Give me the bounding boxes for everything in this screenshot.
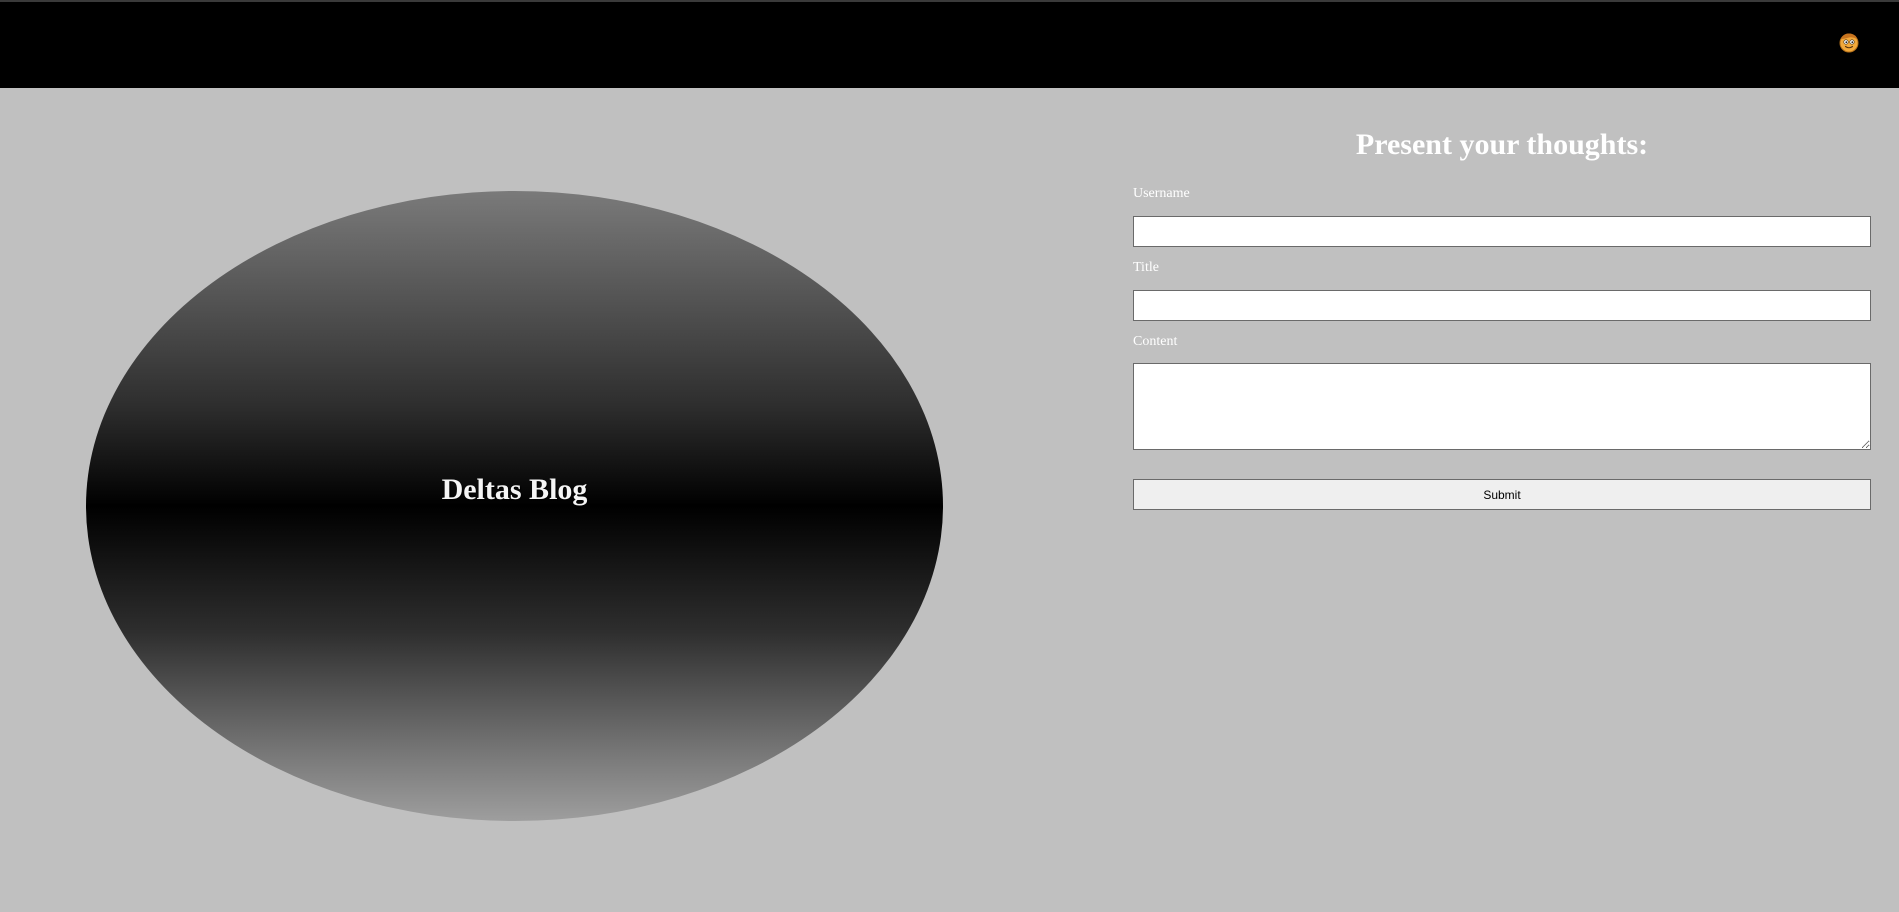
smiley-face-avatar-icon[interactable] xyxy=(1838,31,1860,53)
blog-hero-ellipse: Deltas Blog xyxy=(86,191,943,821)
content-textarea[interactable] xyxy=(1133,363,1871,450)
title-input[interactable] xyxy=(1133,290,1871,321)
blog-title: Deltas Blog xyxy=(441,473,588,506)
form-heading: Present your thoughts: xyxy=(1355,128,1649,161)
username-input[interactable] xyxy=(1133,216,1871,247)
title-label: Title xyxy=(1133,260,1159,275)
content-label: Content xyxy=(1133,334,1178,349)
submit-button[interactable]: Submit xyxy=(1133,479,1871,510)
username-label: Username xyxy=(1133,186,1190,201)
top-navbar xyxy=(0,2,1899,88)
avatar-icon-graphic xyxy=(1839,33,1859,53)
